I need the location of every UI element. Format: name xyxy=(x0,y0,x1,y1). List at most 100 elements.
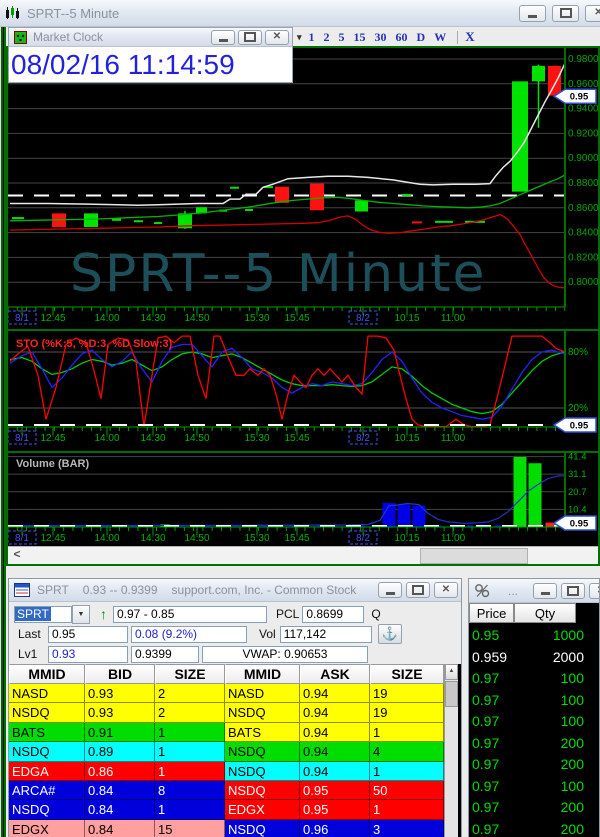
level2-cell[interactable]: 19 xyxy=(370,703,444,723)
level2-cell[interactable]: 0.94 xyxy=(300,761,370,781)
level2-cell[interactable]: EDGX xyxy=(9,819,85,837)
level2-cell[interactable]: NASD xyxy=(225,684,300,704)
level2-cell[interactable]: 2 xyxy=(155,703,225,723)
level2-cell[interactable]: 1 xyxy=(155,742,225,762)
level2-cell[interactable]: 0.96 xyxy=(300,819,370,837)
lv1-bid-field[interactable]: 0.93 xyxy=(48,645,128,663)
scroll-left-arrow-icon[interactable]: < xyxy=(10,548,24,562)
close-icon[interactable]: ✕ xyxy=(585,4,600,22)
timeframe-2[interactable]: 2 xyxy=(324,30,330,44)
last-price-field[interactable]: 0.95 xyxy=(48,625,128,643)
close-icon[interactable]: ✕ xyxy=(434,582,458,598)
pcl-field[interactable]: 0.8699 xyxy=(302,605,365,623)
level2-cell[interactable]: 0.86 xyxy=(85,761,155,781)
level2-cell[interactable]: 0.91 xyxy=(85,722,155,743)
tape-row[interactable]: 0.97 100 xyxy=(469,668,599,690)
level2-cell[interactable]: 0.84 xyxy=(85,780,155,801)
timeframe-15[interactable]: 15 xyxy=(354,30,366,44)
level2-titlebar[interactable]: SPRT 0.93 -- 0.9399 support.com, Inc. - … xyxy=(9,579,461,602)
chevron-down-icon[interactable]: ▾ xyxy=(297,32,302,43)
market-clock-titlebar[interactable]: Market Clock ✕ xyxy=(9,28,292,47)
level2-cell[interactable]: NSDQ xyxy=(225,761,300,781)
scroll-up-arrow-icon[interactable]: ▲ xyxy=(445,664,458,680)
level2-cell[interactable]: 8 xyxy=(155,780,225,801)
level2-cell[interactable]: 50 xyxy=(370,780,444,801)
tape-row[interactable]: 0.959 2000 xyxy=(469,647,599,669)
maximize-button[interactable] xyxy=(552,4,579,22)
toolbar-close-button[interactable]: X xyxy=(465,29,474,45)
level2-cell[interactable]: 0.94 xyxy=(300,684,370,704)
level2-cell[interactable]: 1 xyxy=(155,722,225,743)
level2-cell[interactable]: 1 xyxy=(370,761,444,781)
day-range-field[interactable]: 0.97 - 0.85 xyxy=(113,605,267,623)
tape-row[interactable]: 0.97 200 xyxy=(469,733,599,755)
level2-cell[interactable]: 0.84 xyxy=(85,819,155,837)
level2-cell[interactable]: BATS xyxy=(9,722,85,743)
level2-cell[interactable]: 0.84 xyxy=(85,800,155,820)
level2-cell[interactable]: BATS xyxy=(225,722,300,743)
timeframe-W[interactable]: W xyxy=(434,30,446,44)
level2-cell[interactable]: 4 xyxy=(370,742,444,762)
tape-row[interactable]: 0.97 100 xyxy=(469,690,599,712)
column-header-size[interactable]: SIZE xyxy=(155,664,225,684)
level2-cell[interactable]: NSDQ xyxy=(9,703,85,723)
symbol-combobox[interactable]: SPRT ▼ xyxy=(14,604,90,624)
maximize-button[interactable] xyxy=(238,29,262,45)
level2-cell[interactable]: NSDQ xyxy=(225,819,300,837)
scroll-thumb[interactable] xyxy=(445,681,458,707)
level2-scrollbar[interactable]: ▲ xyxy=(444,664,458,837)
qty-column-header[interactable]: Qty xyxy=(514,603,576,623)
tape-titlebar[interactable]: ... ✕ xyxy=(469,579,599,603)
level2-cell[interactable]: EDGX xyxy=(225,800,300,820)
level2-cell[interactable]: 0.94 xyxy=(300,703,370,723)
timeframe-60[interactable]: 60 xyxy=(396,30,408,44)
level2-cell[interactable]: 0.93 xyxy=(85,703,155,723)
tape-row[interactable]: 0.97 200 xyxy=(469,754,599,776)
anchor-icon[interactable]: ⚓ xyxy=(377,624,402,644)
level2-cell[interactable]: 15 xyxy=(155,819,225,837)
chart-window-titlebar[interactable]: SPRT--5 Minute ✕ xyxy=(0,0,600,27)
minimize-button[interactable] xyxy=(378,582,402,598)
level2-cell[interactable]: NSDQ xyxy=(225,742,300,762)
minimize-button[interactable] xyxy=(533,582,557,599)
level2-cell[interactable]: NSDQ xyxy=(9,742,85,762)
price-column-header[interactable]: Price xyxy=(469,603,514,623)
level2-cell[interactable]: 3 xyxy=(370,819,444,837)
timeframe-30[interactable]: 30 xyxy=(375,30,387,44)
sto-chart[interactable]: STO (%K:5, %D:3, %D Slow:3) 80% 20% 8/1 12:4… xyxy=(8,331,598,451)
level2-cell[interactable]: 0.94 xyxy=(300,722,370,743)
volume-field[interactable]: 117,142 xyxy=(279,625,372,643)
column-header-size[interactable]: SIZE xyxy=(370,664,444,684)
close-icon[interactable]: ✕ xyxy=(265,29,289,45)
timeframe-D[interactable]: D xyxy=(417,30,426,44)
volume-chart[interactable]: Volume (BAR) 41.4 31.1 20.7 10.4 8/1 12:45 14:0… xyxy=(8,453,598,546)
level2-cell[interactable]: 1 xyxy=(155,800,225,820)
chart-scrollbar[interactable]: < xyxy=(8,546,598,564)
scroll-thumb[interactable] xyxy=(420,548,528,564)
column-header-mmid[interactable]: MMID xyxy=(9,664,85,684)
level2-cell[interactable]: NSDQ xyxy=(225,780,300,801)
maximize-button[interactable] xyxy=(406,582,430,598)
level2-cell[interactable]: 0.89 xyxy=(85,742,155,762)
tape-row[interactable]: 0.97 200 xyxy=(469,797,599,819)
level2-cell[interactable]: 0.93 xyxy=(85,684,155,704)
level2-cell[interactable]: NSDQ xyxy=(9,800,85,820)
minimize-button[interactable] xyxy=(211,29,235,45)
column-header-mmid[interactable]: MMID xyxy=(225,664,300,684)
timeframe-1[interactable]: 1 xyxy=(309,30,315,44)
timeframe-5[interactable]: 5 xyxy=(339,30,345,44)
level2-cell[interactable]: 19 xyxy=(370,684,444,704)
change-field[interactable]: 0.08 (9.2%) xyxy=(131,625,247,643)
maximize-button[interactable] xyxy=(561,582,585,599)
combo-dropdown-icon[interactable]: ▼ xyxy=(72,604,90,624)
level2-cell[interactable]: ARCA# xyxy=(9,780,85,801)
column-header-ask[interactable]: ASK xyxy=(300,664,370,684)
level2-cell[interactable]: NSDQ xyxy=(225,703,300,723)
tape-row[interactable]: 0.97 100 xyxy=(469,776,599,798)
tape-row[interactable]: 0.97 200 xyxy=(469,819,599,837)
close-icon[interactable]: ✕ xyxy=(589,582,599,599)
level2-cell[interactable]: 0.95 xyxy=(300,780,370,801)
level2-cell[interactable]: 1 xyxy=(370,800,444,820)
price-chart[interactable]: SPRT--5 Minute 0.9800 0.9600 0.9400 0.9200 0.… xyxy=(8,48,598,329)
level2-cell[interactable]: EDGA xyxy=(9,761,85,781)
